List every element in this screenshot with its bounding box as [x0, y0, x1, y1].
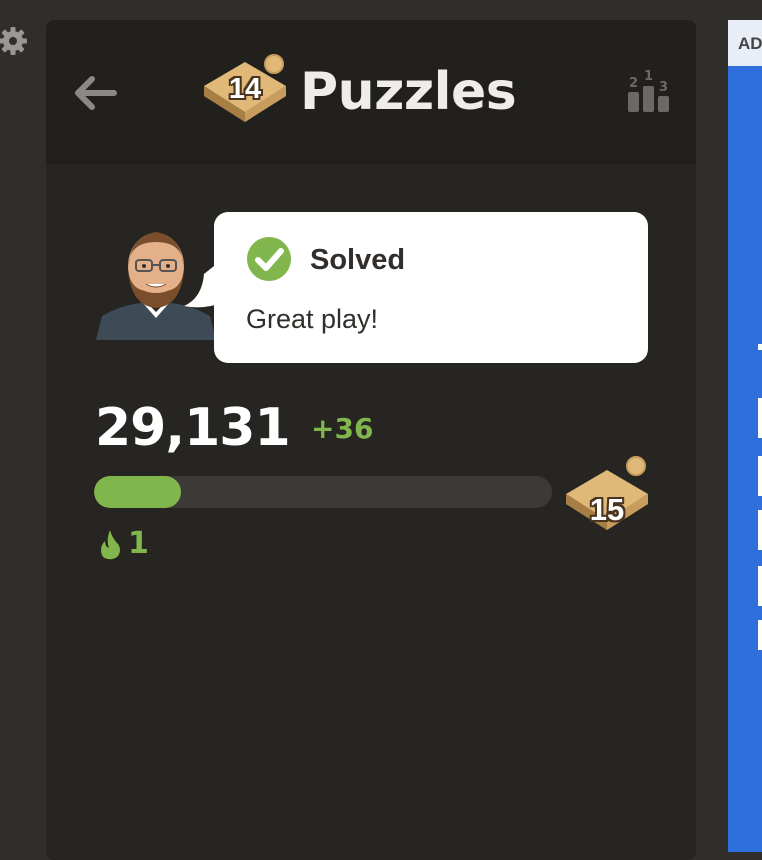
- level-progress-bar: [94, 476, 552, 508]
- ad-strip-line: [758, 620, 762, 650]
- panel-header: 14 Puzzles 2 1 3: [46, 20, 696, 164]
- feedback-bubble: Solved Great play!: [214, 212, 648, 363]
- svg-text:1: 1: [644, 69, 653, 84]
- svg-text:3: 3: [659, 80, 668, 95]
- streak-counter: 1: [98, 526, 149, 561]
- flame-icon: [101, 529, 120, 559]
- puzzle-rating: 29,131: [95, 398, 291, 458]
- level-badge: 14: [202, 52, 288, 132]
- gear-icon[interactable]: [0, 26, 30, 56]
- level-badge-number: 14: [228, 73, 262, 105]
- solved-status: Solved: [310, 244, 406, 276]
- next-level-badge: 15: [564, 450, 650, 530]
- ad-strip-line: [758, 344, 762, 350]
- svg-text:2: 2: [629, 76, 638, 91]
- streak-count: 1: [128, 526, 149, 561]
- rating-delta: +36: [311, 412, 374, 445]
- page-title: 14 Puzzles: [202, 52, 517, 132]
- ad-strip-header: AD: [728, 20, 762, 66]
- back-arrow-icon[interactable]: [70, 72, 118, 114]
- leaderboard-icon[interactable]: 2 1 3: [624, 66, 674, 116]
- ad-strip-line: [758, 456, 762, 496]
- check-icon: [247, 237, 291, 281]
- ad-strip-line: [758, 398, 762, 438]
- ad-strip[interactable]: AD: [728, 20, 762, 852]
- ad-strip-line: [758, 510, 762, 550]
- ad-strip-line: [758, 566, 762, 606]
- next-level-number: 15: [589, 492, 625, 527]
- level-progress-fill: [94, 476, 182, 508]
- puzzle-panel: 14 Puzzles 2 1 3 Solved Great play! 29,1…: [46, 20, 696, 860]
- ad-label: AD: [738, 34, 762, 53]
- title-text: Puzzles: [300, 62, 517, 122]
- feedback-message: Great play!: [246, 304, 379, 334]
